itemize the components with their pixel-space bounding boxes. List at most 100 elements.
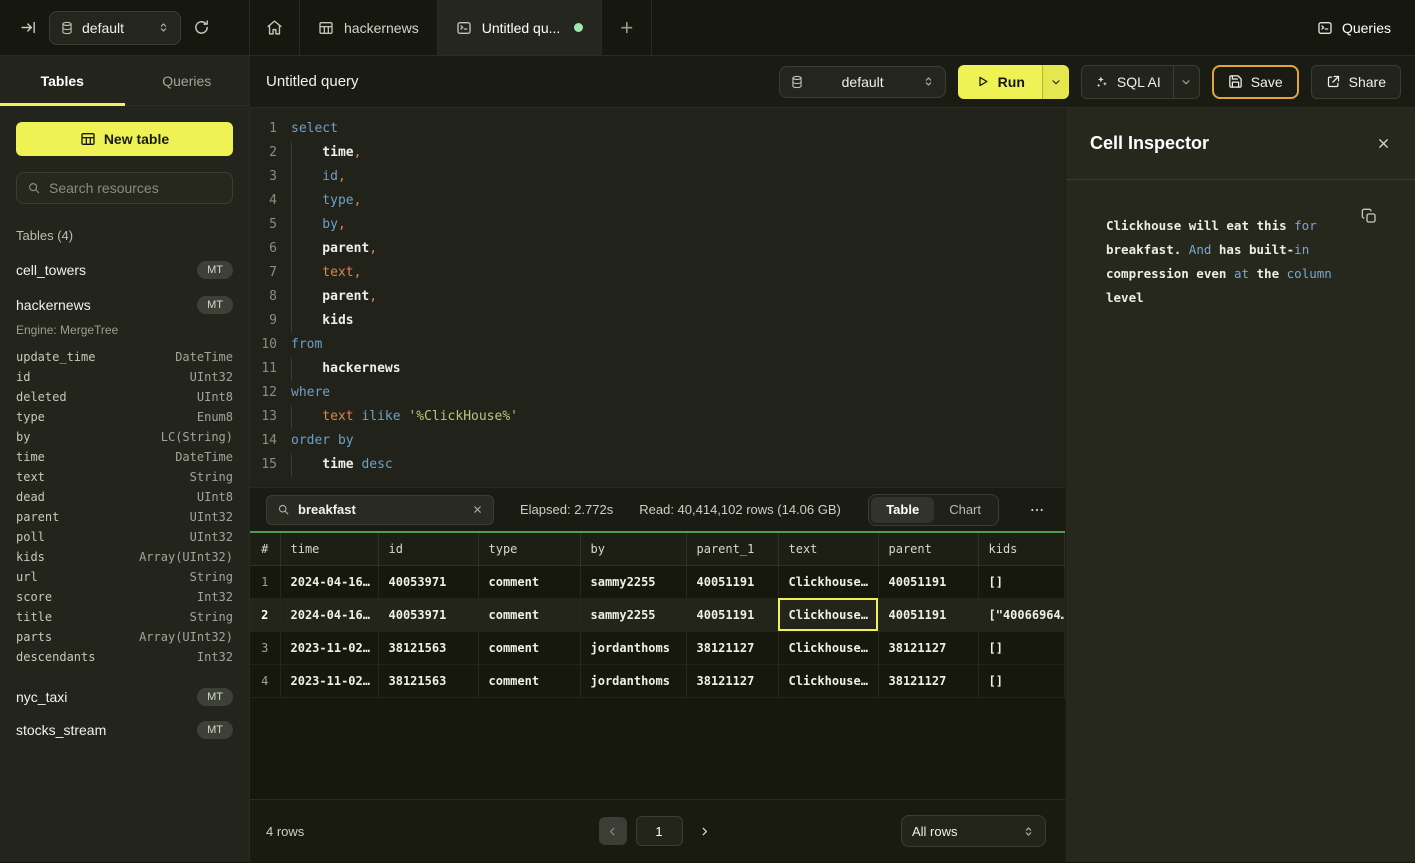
column-row[interactable]: titleString	[16, 607, 233, 627]
table-cell[interactable]: Clickhouse…	[778, 664, 878, 697]
sidebar-table-nyc-taxi[interactable]: nyc_taxi MT	[16, 683, 233, 711]
sql-ai-button[interactable]: SQL AI	[1082, 74, 1173, 90]
column-header[interactable]: time	[280, 533, 378, 565]
column-row[interactable]: parentUInt32	[16, 507, 233, 527]
table-cell[interactable]: comment	[478, 598, 580, 631]
queries-button[interactable]: Queries	[1317, 0, 1415, 55]
table-cell[interactable]: 38121127	[878, 664, 978, 697]
table-cell[interactable]: comment	[478, 565, 580, 598]
code-line[interactable]: 1select	[250, 117, 1065, 141]
code-line[interactable]: 8parent,	[250, 285, 1065, 309]
sidebar-table-hackernews[interactable]: hackernews MT	[16, 291, 233, 319]
tab-untitled-query[interactable]: Untitled qu...	[438, 0, 603, 55]
code-line[interactable]: 6parent,	[250, 237, 1065, 261]
table-cell[interactable]: 2023-11-02…	[280, 664, 378, 697]
new-table-button[interactable]: New table	[16, 122, 233, 156]
row-number[interactable]: 2	[250, 598, 280, 631]
tab-home[interactable]	[250, 0, 300, 55]
save-button[interactable]: Save	[1212, 65, 1299, 99]
table-cell[interactable]: 40053971	[378, 565, 478, 598]
table-cell[interactable]: 38121127	[686, 664, 778, 697]
results-search[interactable]	[266, 495, 494, 525]
table-cell[interactable]: 38121127	[686, 631, 778, 664]
table-cell[interactable]: []	[978, 631, 1065, 664]
column-header[interactable]: #	[250, 533, 280, 565]
table-cell[interactable]: Clickhouse…	[778, 598, 878, 631]
table-cell[interactable]: jordanthoms	[580, 631, 686, 664]
table-cell[interactable]: 2024-04-16…	[280, 565, 378, 598]
column-row[interactable]: deletedUInt8	[16, 387, 233, 407]
row-number[interactable]: 3	[250, 631, 280, 664]
row-number[interactable]: 4	[250, 664, 280, 697]
code-line[interactable]: 14order by	[250, 429, 1065, 453]
code-line[interactable]: 12where	[250, 381, 1065, 405]
table-cell[interactable]: []	[978, 664, 1065, 697]
sidebar-table-stocks-stream[interactable]: stocks_stream MT	[16, 716, 233, 744]
results-search-input[interactable]	[298, 502, 464, 517]
table-cell[interactable]: []	[978, 565, 1065, 598]
code-line[interactable]: 7text,	[250, 261, 1065, 285]
table-cell[interactable]: Clickhouse…	[778, 565, 878, 598]
table-cell[interactable]: 40051191	[878, 598, 978, 631]
code-line[interactable]: 10from	[250, 333, 1065, 357]
page-size-select[interactable]: All rows	[901, 815, 1046, 847]
column-row[interactable]: deadUInt8	[16, 487, 233, 507]
column-row[interactable]: pollUInt32	[16, 527, 233, 547]
table-cell[interactable]: 40051191	[878, 565, 978, 598]
copy-cell-button[interactable]	[1361, 208, 1377, 224]
code-line[interactable]: 13text ilike '%ClickHouse%'	[250, 405, 1065, 429]
column-header[interactable]: id	[378, 533, 478, 565]
resource-search-input[interactable]	[49, 180, 230, 196]
column-row[interactable]: urlString	[16, 567, 233, 587]
table-cell[interactable]: sammy2255	[580, 565, 686, 598]
code-line[interactable]: 2time,	[250, 141, 1065, 165]
close-inspector-button[interactable]	[1376, 136, 1391, 151]
more-options-button[interactable]	[1025, 502, 1049, 518]
table-cell[interactable]: 40053971	[378, 598, 478, 631]
code-line[interactable]: 9kids	[250, 309, 1065, 333]
column-header[interactable]: parent	[878, 533, 978, 565]
column-row[interactable]: scoreInt32	[16, 587, 233, 607]
table-cell[interactable]: comment	[478, 664, 580, 697]
sidebar-tab-tables[interactable]: Tables	[0, 56, 125, 105]
code-line[interactable]: 5by,	[250, 213, 1065, 237]
sql-editor[interactable]: 1select2time,3id,4type,5by,6parent,7text…	[250, 108, 1065, 487]
view-chart-tab[interactable]: Chart	[934, 497, 996, 523]
table-cell[interactable]: jordanthoms	[580, 664, 686, 697]
column-row[interactable]: update_timeDateTime	[16, 347, 233, 367]
page-number-input[interactable]	[636, 816, 683, 846]
table-cell[interactable]: 40051191	[686, 598, 778, 631]
table-cell[interactable]: sammy2255	[580, 598, 686, 631]
sidebar-tab-queries[interactable]: Queries	[125, 56, 250, 105]
previous-page-button[interactable]	[599, 817, 627, 845]
code-line[interactable]: 11hackernews	[250, 357, 1065, 381]
tab-hackernews[interactable]: hackernews	[300, 0, 438, 55]
run-button[interactable]: Run	[958, 65, 1042, 99]
table-cell[interactable]: ["40066964…	[978, 598, 1065, 631]
column-header[interactable]: kids	[978, 533, 1065, 565]
column-row[interactable]: kidsArray(UInt32)	[16, 547, 233, 567]
refresh-button[interactable]	[193, 19, 210, 36]
share-button[interactable]: Share	[1311, 65, 1401, 99]
column-header[interactable]: type	[478, 533, 580, 565]
table-cell[interactable]: 38121563	[378, 631, 478, 664]
view-table-tab[interactable]: Table	[871, 497, 934, 523]
column-row[interactable]: idUInt32	[16, 367, 233, 387]
table-cell[interactable]: comment	[478, 631, 580, 664]
sidebar-table-cell-towers[interactable]: cell_towers MT	[16, 256, 233, 284]
code-line[interactable]: 4type,	[250, 189, 1065, 213]
sql-ai-options-button[interactable]	[1173, 66, 1199, 98]
new-tab-button[interactable]: +	[602, 0, 652, 55]
collapse-sidebar-button[interactable]	[20, 19, 37, 36]
resource-search[interactable]	[16, 172, 233, 204]
column-row[interactable]: byLC(String)	[16, 427, 233, 447]
table-cell[interactable]: 38121563	[378, 664, 478, 697]
table-cell[interactable]: 40051191	[686, 565, 778, 598]
code-line[interactable]: 15time desc	[250, 453, 1065, 477]
column-row[interactable]: timeDateTime	[16, 447, 233, 467]
table-cell[interactable]: Clickhouse…	[778, 631, 878, 664]
table-cell[interactable]: 38121127	[878, 631, 978, 664]
column-row[interactable]: partsArray(UInt32)	[16, 627, 233, 647]
code-line[interactable]: 3id,	[250, 165, 1065, 189]
column-header[interactable]: by	[580, 533, 686, 565]
